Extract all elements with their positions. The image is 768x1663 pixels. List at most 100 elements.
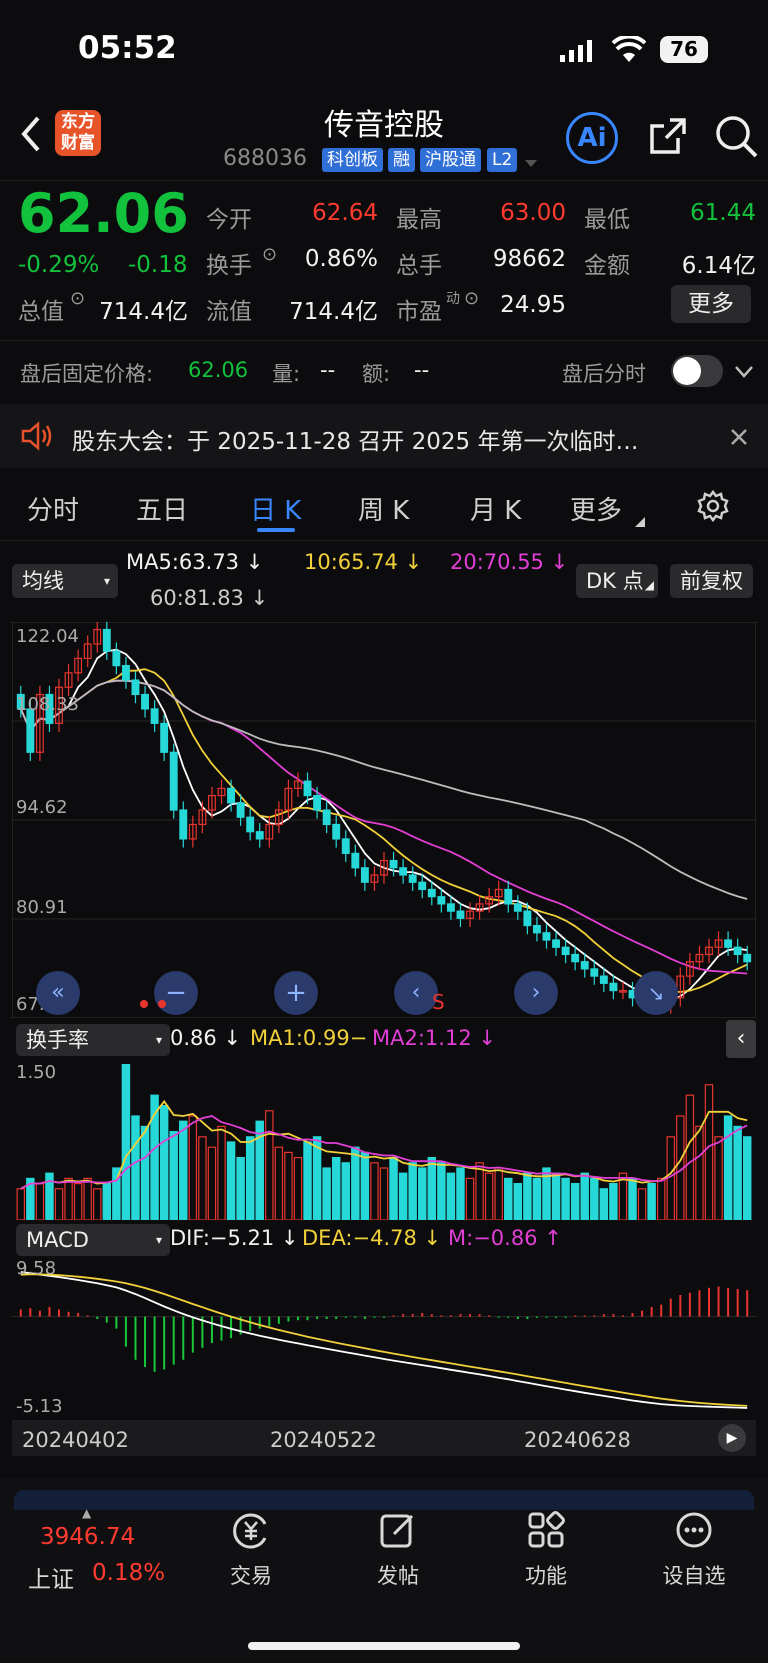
candle <box>150 708 159 724</box>
candle <box>542 932 551 941</box>
collapse-panel-button[interactable]: ‹ <box>726 1020 756 1058</box>
toggle-knob <box>673 357 701 385</box>
turnover-bar <box>331 1156 341 1220</box>
nav-trade[interactable]: 交易 <box>211 1560 291 1590</box>
turnover-ma1: MA1:0.99− <box>250 1026 368 1050</box>
sell-marker[interactable]: S <box>432 990 445 1014</box>
dk-point-button[interactable]: DK 点 ◢ <box>576 564 658 598</box>
index-value[interactable]: 3946.74 <box>40 1524 135 1550</box>
after-hours-vol-label: 量: <box>272 362 301 386</box>
turnover-bar <box>504 1177 513 1220</box>
search-icon[interactable] <box>714 114 760 164</box>
tab-five-day[interactable]: 五日 <box>136 490 188 527</box>
turnover-bar <box>351 1146 360 1220</box>
turnover-bar <box>685 1094 695 1220</box>
candle <box>399 867 408 876</box>
info-icon[interactable]: ⊙ <box>262 244 277 265</box>
adjust-button[interactable]: 前复权 <box>670 564 753 598</box>
turnover-bar <box>456 1167 465 1220</box>
candle <box>427 888 436 898</box>
tag-stock-connect: 沪股通 <box>420 148 481 172</box>
candle <box>599 975 608 984</box>
nav-functions[interactable]: 功能 <box>506 1560 586 1590</box>
tab-weekly-k[interactable]: 周 K <box>358 490 409 527</box>
chevron-down-icon[interactable] <box>734 364 754 383</box>
trade-icon[interactable] <box>211 1510 291 1558</box>
info-icon[interactable]: ⊙ <box>464 288 479 309</box>
ai-button[interactable]: Ai <box>566 112 618 164</box>
turnover-bar <box>236 1156 245 1220</box>
turnover-chart[interactable] <box>12 1064 756 1220</box>
share-icon[interactable] <box>646 114 690 162</box>
signal-icon <box>560 40 594 66</box>
market-cap-label: 总值 <box>18 299 64 325</box>
tab-daily-k[interactable]: 日 K <box>250 490 301 527</box>
x-tick-2: 20240522 <box>270 1428 377 1452</box>
battery-indicator: 76 <box>660 36 708 63</box>
play-icon[interactable]: ▶ <box>718 1424 746 1452</box>
candle <box>733 946 742 956</box>
zoom-in-button[interactable]: + <box>274 971 318 1015</box>
candle <box>389 859 398 869</box>
reset-button[interactable]: ↘ <box>634 971 678 1015</box>
post-icon[interactable] <box>358 1510 438 1558</box>
turnover-ma2: MA2:1.12 ↓ <box>372 1026 496 1050</box>
kline-chart[interactable] <box>12 622 756 1018</box>
event-dot[interactable] <box>158 1000 166 1008</box>
turnover-bar <box>704 1084 714 1220</box>
chevron-down-icon[interactable] <box>524 154 538 173</box>
tab-intraday[interactable]: 分时 <box>27 490 79 527</box>
turnover-bar <box>179 1120 188 1220</box>
candle <box>169 751 178 811</box>
more-button[interactable]: 更多 <box>671 285 751 323</box>
ma-selector[interactable]: 均线 ▾ <box>12 564 118 598</box>
index-name: 上证 <box>28 1567 74 1593</box>
turnover-bar <box>609 1182 618 1220</box>
candle <box>743 953 752 963</box>
nav-watchlist[interactable]: 设自选 <box>654 1560 734 1590</box>
candle <box>552 939 560 948</box>
low-label: 最低 <box>584 207 630 233</box>
float-cap-value: 714.4亿 <box>289 299 378 325</box>
after-hours-price: 62.06 <box>188 358 249 382</box>
turnover-selector[interactable]: 换手率 ▾ <box>16 1024 170 1056</box>
candle <box>227 787 236 804</box>
settings-icon[interactable] <box>696 489 730 527</box>
ma10-label: 10:65.74 ↓ <box>304 550 423 574</box>
tab-monthly-k[interactable]: 月 K <box>470 490 521 527</box>
macd-selector[interactable]: MACD ▾ <box>16 1224 170 1256</box>
turnover-bar <box>427 1156 437 1220</box>
nav-post[interactable]: 发帖 <box>358 1560 438 1590</box>
candle <box>408 874 417 883</box>
market-cap-value: 714.4亿 <box>99 299 188 325</box>
ma5-label: MA5:63.73 ↓ <box>126 550 264 574</box>
candle <box>724 939 733 948</box>
close-icon[interactable] <box>730 428 748 450</box>
caret-up-icon: ▲ <box>82 1506 92 1520</box>
macd-chart[interactable] <box>12 1262 756 1418</box>
tag-level2: L2 <box>487 148 518 172</box>
low-value: 61.44 <box>690 200 756 226</box>
watchlist-icon[interactable] <box>654 1510 734 1558</box>
functions-icon[interactable] <box>506 1510 586 1558</box>
turnover-bar <box>35 1182 45 1220</box>
macd-y-min: -5.13 <box>16 1396 63 1417</box>
tab-more[interactable]: 更多 <box>570 490 622 527</box>
event-dot[interactable] <box>140 1000 148 1008</box>
candle <box>121 665 130 681</box>
candle <box>160 722 169 753</box>
turnover-bar <box>494 1167 503 1220</box>
turnover-bar <box>188 1115 198 1220</box>
turnover-bar <box>446 1172 456 1220</box>
turnover-y-max: 1.50 <box>16 1062 57 1083</box>
info-icon[interactable]: ⊙ <box>70 288 85 309</box>
y-tick-1: 122.04 <box>16 626 79 647</box>
zoom-out-button[interactable]: − <box>154 971 198 1015</box>
y-tick-3: 94.62 <box>16 797 68 818</box>
candle <box>446 903 455 912</box>
scroll-left-fast-button[interactable]: « <box>36 971 80 1015</box>
scroll-right-button[interactable]: › <box>514 971 558 1015</box>
candle <box>561 946 570 956</box>
turnover-bar <box>54 1188 64 1220</box>
float-cap-label: 流值 <box>206 299 252 325</box>
